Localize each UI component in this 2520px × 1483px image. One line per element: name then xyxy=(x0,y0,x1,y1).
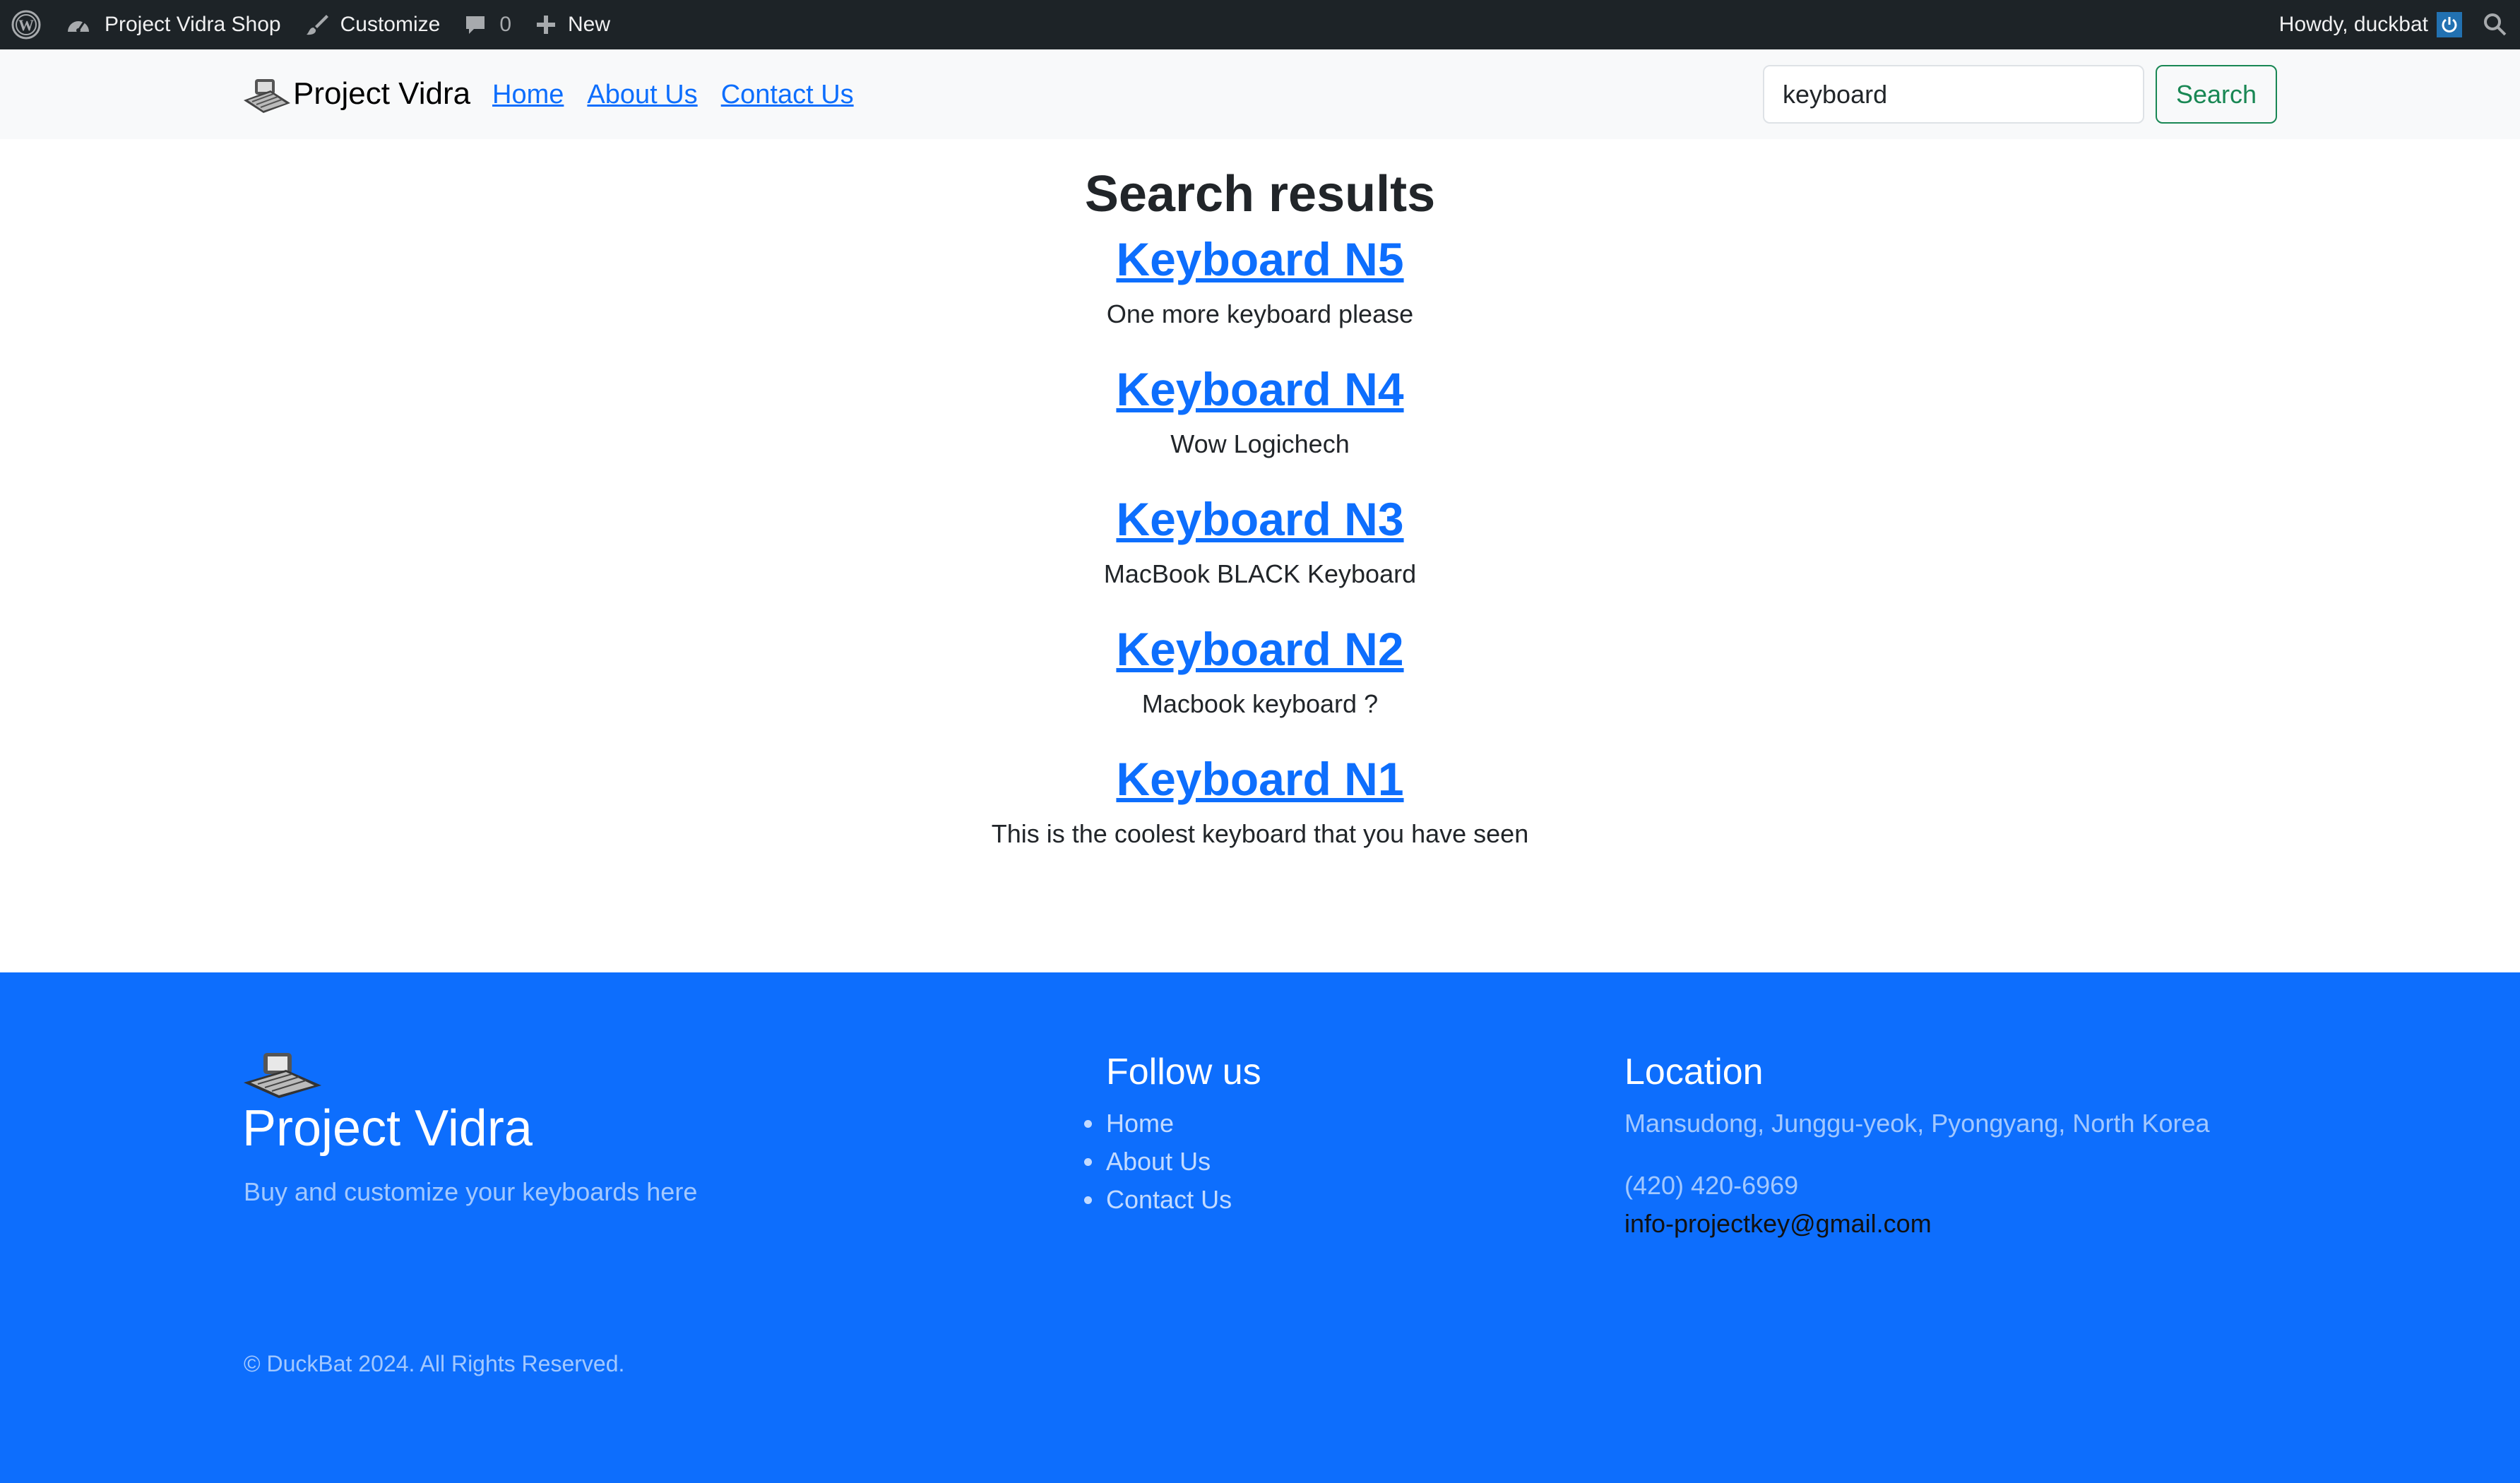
brand-name: Project Vidra xyxy=(293,76,471,111)
customize-link[interactable]: Customize xyxy=(293,0,453,49)
footer-location-section: Location Mansudong, Junggu-yeok, Pyongya… xyxy=(1624,1051,2210,1243)
result-excerpt: Wow Logichech xyxy=(1170,429,1350,458)
result-excerpt: Macbook keyboard ? xyxy=(1141,689,1379,718)
admin-search[interactable] xyxy=(2472,0,2520,49)
result-excerpt: MacBook BLACK Keyboard xyxy=(1103,559,1417,588)
site-name-label: Project Vidra Shop xyxy=(105,13,281,36)
copyright: © DuckBat 2024. All Rights Reserved. xyxy=(244,1351,625,1376)
new-label: New xyxy=(568,13,611,36)
result-title-link[interactable]: Keyboard N3 xyxy=(1116,489,1403,549)
result-item: Keyboard N1 This is the coolest keyboard… xyxy=(0,749,2520,852)
result-item: Keyboard N2 Macbook keyboard ? xyxy=(0,619,2520,722)
search-button[interactable]: Search xyxy=(2156,65,2277,124)
site-name-menu[interactable]: Project Vidra Shop xyxy=(53,0,293,49)
location-heading: Location xyxy=(1624,1052,1764,1092)
power-icon xyxy=(2442,17,2457,32)
result-title-link[interactable]: Keyboard N1 xyxy=(1116,749,1403,809)
footer-address: Mansudong, Junggu-yeok, Pyongyang, North… xyxy=(1624,1109,2210,1138)
result-title-link[interactable]: Keyboard N4 xyxy=(1116,359,1403,419)
customize-label: Customize xyxy=(340,13,441,36)
follow-heading: Follow us xyxy=(1106,1052,1261,1092)
wordpress-menu[interactable]: W xyxy=(0,0,53,49)
result-title-link[interactable]: Keyboard N5 xyxy=(1116,229,1403,290)
nav-home-link[interactable]: Home xyxy=(492,80,564,110)
site-navbar: Project Vidra Home About Us Contact Us S… xyxy=(0,49,2520,139)
keyboard-logo-icon xyxy=(244,1053,321,1098)
keyboard-logo-icon xyxy=(244,79,290,113)
plus-icon xyxy=(537,16,556,34)
site-footer: Project Vidra Buy and customize your key… xyxy=(0,972,2520,1483)
avatar xyxy=(2437,12,2462,37)
nav-about-link[interactable]: About Us xyxy=(587,80,697,110)
footer-link-home[interactable]: Home xyxy=(1084,1104,1261,1143)
search-results: Search results Keyboard N5 One more keyb… xyxy=(0,162,2520,879)
result-item: Keyboard N5 One more keyboard please xyxy=(0,229,2520,332)
result-item: Keyboard N3 MacBook BLACK Keyboard xyxy=(0,489,2520,592)
footer-tagline: Buy and customize your keyboards here xyxy=(244,1177,698,1206)
footer-email[interactable]: info-projectkey@gmail.com xyxy=(1624,1205,2210,1243)
brush-icon xyxy=(306,15,328,35)
page-title: Search results xyxy=(1084,166,1436,222)
brand-link[interactable]: Project Vidra xyxy=(242,73,470,114)
my-account-menu[interactable]: Howdy, duckbat xyxy=(2267,0,2472,49)
footer-link-about[interactable]: About Us xyxy=(1084,1143,1261,1181)
comments-count: 0 xyxy=(499,13,512,36)
main-nav: Home About Us Contact Us xyxy=(492,80,854,110)
footer-title: Project Vidra xyxy=(242,1100,533,1157)
svg-text:W: W xyxy=(18,16,34,34)
search-input[interactable] xyxy=(1763,65,2144,124)
footer-follow-section: Follow us Home About Us Contact Us xyxy=(1084,1051,1261,1219)
wp-admin-bar: W Project Vidra Shop Customize 0 New How… xyxy=(0,0,2520,49)
new-content-menu[interactable]: New xyxy=(523,0,622,49)
footer-phone: (420) 420-6969 xyxy=(1624,1171,1799,1200)
dashboard-icon xyxy=(68,21,89,32)
follow-links: Home About Us Contact Us xyxy=(1084,1104,1261,1219)
result-excerpt: One more keyboard please xyxy=(1106,299,1414,328)
comment-icon xyxy=(466,16,485,34)
wordpress-icon: W xyxy=(11,10,41,40)
greeting-label: Howdy, duckbat xyxy=(2278,13,2428,36)
comments-link[interactable]: 0 xyxy=(452,0,523,49)
nav-contact-link[interactable]: Contact Us xyxy=(721,80,854,110)
result-excerpt: This is the coolest keyboard that you ha… xyxy=(991,819,1529,848)
footer-link-contact[interactable]: Contact Us xyxy=(1084,1181,1261,1219)
result-item: Keyboard N4 Wow Logichech xyxy=(0,359,2520,462)
search-icon xyxy=(2484,13,2507,36)
result-title-link[interactable]: Keyboard N2 xyxy=(1116,619,1403,679)
